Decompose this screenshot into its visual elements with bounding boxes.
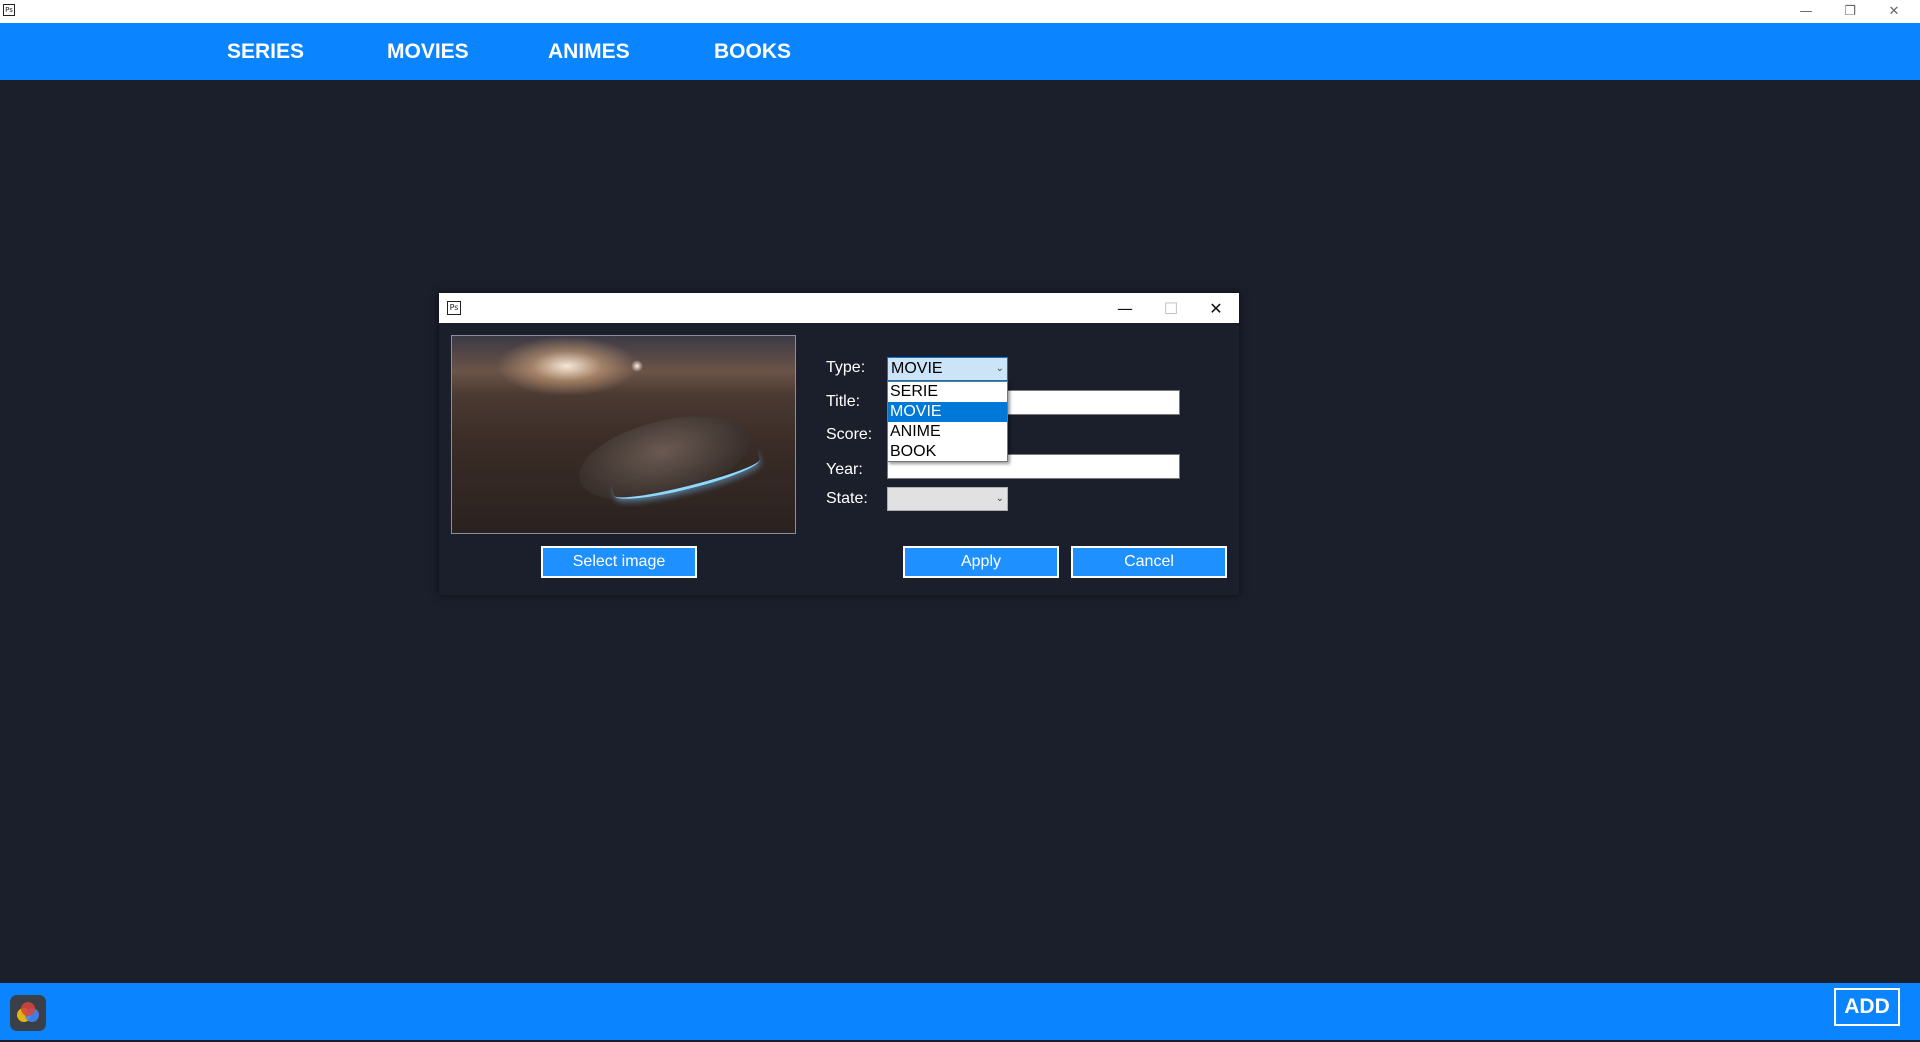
nav-item-animes[interactable]: ANIMES bbox=[548, 23, 630, 80]
type-label: Type: bbox=[826, 359, 866, 376]
year-label: Year: bbox=[826, 461, 863, 478]
minimize-icon[interactable]: — bbox=[1784, 0, 1828, 22]
chevron-down-icon: ⌄ bbox=[995, 493, 1004, 504]
type-option-book[interactable]: BOOK bbox=[888, 442, 1007, 462]
type-select-value: MOVIE bbox=[891, 360, 943, 377]
dialog-titlebar: Ps — ☐ ✕ bbox=[439, 293, 1239, 323]
type-dropdown-list: SERIE MOVIE ANIME BOOK bbox=[887, 381, 1008, 462]
window-titlebar: Ps — ❐ ✕ bbox=[0, 0, 1920, 23]
dialog-close-icon[interactable]: ✕ bbox=[1193, 293, 1239, 323]
type-option-movie[interactable]: MOVIE bbox=[888, 402, 1007, 422]
type-option-serie[interactable]: SERIE bbox=[888, 382, 1007, 402]
add-item-dialog: Ps — ☐ ✕ Select image Type: MOVIE ⌄ SERI… bbox=[439, 293, 1239, 595]
nav-item-movies[interactable]: MOVIES bbox=[387, 23, 469, 80]
select-image-button[interactable]: Select image bbox=[541, 546, 697, 578]
app-icon: Ps bbox=[3, 4, 15, 16]
restore-icon[interactable]: ❐ bbox=[1828, 0, 1872, 22]
nav-item-series[interactable]: SERIES bbox=[227, 23, 304, 80]
dialog-minimize-icon[interactable]: — bbox=[1102, 293, 1148, 323]
cancel-button[interactable]: Cancel bbox=[1071, 546, 1227, 578]
type-option-anime[interactable]: ANIME bbox=[888, 422, 1007, 442]
score-label: Score: bbox=[826, 426, 873, 443]
add-button[interactable]: ADD bbox=[1834, 988, 1900, 1026]
bottom-bar: ADD bbox=[0, 983, 1920, 1040]
apply-button[interactable]: Apply bbox=[903, 546, 1059, 578]
top-nav: SERIES MOVIES ANIMES BOOKS bbox=[0, 23, 1920, 80]
close-icon[interactable]: ✕ bbox=[1872, 0, 1916, 22]
app-logo-icon bbox=[10, 995, 46, 1031]
title-label: Title: bbox=[826, 393, 861, 410]
type-select[interactable]: MOVIE ⌄ bbox=[887, 357, 1008, 381]
nav-item-books[interactable]: BOOKS bbox=[714, 23, 791, 80]
cover-image-preview bbox=[451, 335, 796, 534]
state-label: State: bbox=[826, 490, 868, 507]
dialog-maximize-icon: ☐ bbox=[1163, 298, 1179, 318]
state-select[interactable]: ⌄ bbox=[887, 487, 1008, 511]
dialog-app-icon: Ps bbox=[447, 301, 461, 315]
chevron-down-icon: ⌄ bbox=[995, 363, 1004, 374]
